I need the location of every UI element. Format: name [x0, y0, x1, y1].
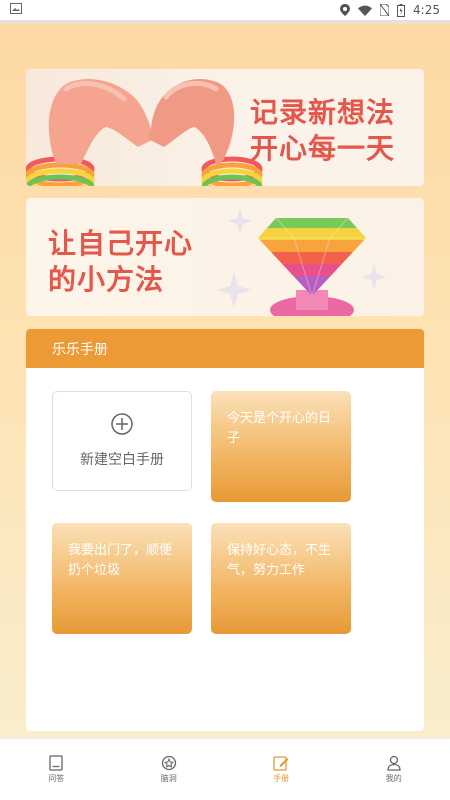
banner-heart[interactable]: 记录新想法 开心每一天 [26, 69, 424, 186]
note-text: 保持好心态，不生气，努力工作 [227, 543, 332, 578]
status-bar: 4:25 [0, 0, 450, 20]
no-sim-icon [380, 4, 390, 16]
bottom-nav: 问答 脑洞 手册 我的 [0, 738, 450, 800]
nav-item-qa[interactable]: 问答 [0, 739, 113, 800]
handbook-card: 乐乐手册 新建空白手册 今天是个开心的日子 我要出门了，顺便扔个垃圾 保持好心态… [26, 329, 424, 731]
top-strip [0, 20, 450, 24]
banner-1-text: 记录新想法 开心每一天 [250, 95, 395, 167]
note-tile[interactable]: 今天是个开心的日子 [211, 391, 351, 502]
new-blank-handbook-button[interactable]: 新建空白手册 [52, 391, 192, 491]
book-icon [49, 755, 63, 771]
edit-icon [273, 756, 289, 771]
idea-icon [161, 755, 176, 771]
banner-2-line2: 的小方法 [48, 263, 165, 296]
note-text: 今天是个开心的日子 [227, 411, 332, 446]
new-blank-handbook-label: 新建空白手册 [80, 452, 164, 468]
status-time: 4:25 [413, 3, 440, 17]
banner-diamond[interactable]: 让自己开心 的小方法 [26, 198, 424, 316]
nav-item-idea[interactable]: 脑洞 [113, 739, 226, 800]
card-header: 乐乐手册 [26, 329, 424, 368]
note-tile[interactable]: 我要出门了，顺便扔个垃圾 [52, 523, 192, 634]
nav-item-handbook[interactable]: 手册 [225, 739, 338, 800]
note-text: 我要出门了，顺便扔个垃圾 [68, 543, 173, 578]
plus-circle-icon [111, 413, 133, 439]
wifi-icon [358, 5, 373, 16]
banner-1-line1: 记录新想法 [250, 96, 396, 129]
nav-label: 我的 [385, 774, 402, 783]
note-tile[interactable]: 保持好心态，不生气，努力工作 [211, 523, 351, 634]
nav-label: 手册 [273, 774, 290, 783]
nav-item-mine[interactable]: 我的 [338, 739, 450, 800]
heart-hands-illustration [26, 79, 263, 186]
nav-label: 脑洞 [160, 774, 177, 783]
rainbow-diamond-illustration [216, 208, 387, 316]
nav-label: 问答 [48, 774, 65, 783]
location-icon [340, 4, 351, 16]
battery-icon [397, 3, 406, 17]
banner-2-text: 让自己开心 的小方法 [48, 226, 193, 298]
banner-2-line1: 让自己开心 [48, 227, 194, 260]
banner-1-line2: 开心每一天 [250, 132, 396, 165]
card-title: 乐乐手册 [52, 341, 108, 358]
gallery-notification-icon [10, 3, 22, 17]
user-icon [387, 755, 401, 771]
